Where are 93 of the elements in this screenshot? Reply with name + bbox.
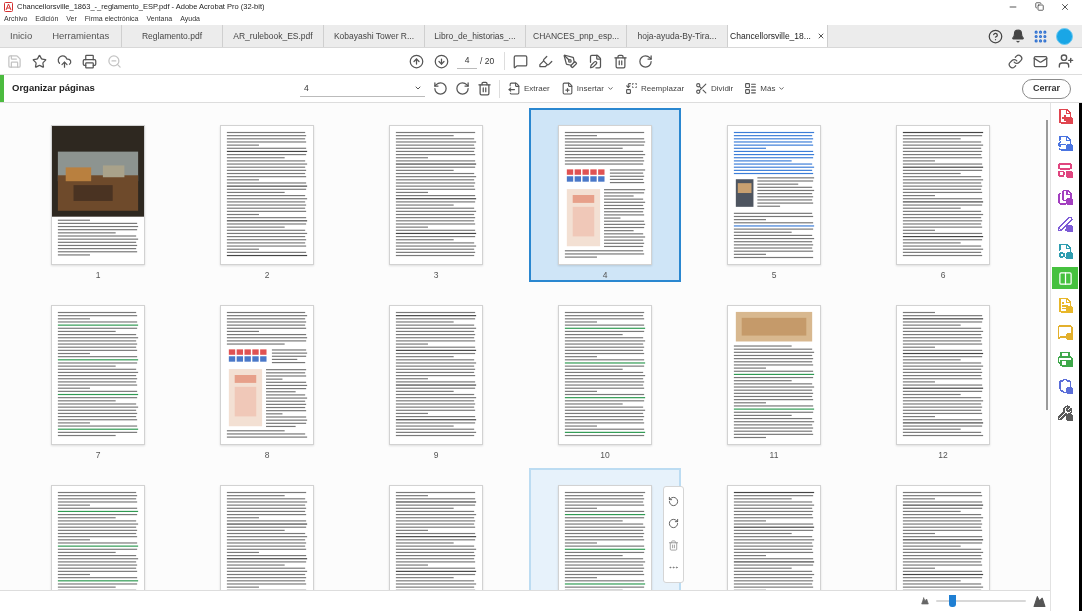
page-thumbnail[interactable]: [389, 485, 483, 590]
page-number: 7: [95, 451, 101, 460]
apps-grid-icon[interactable]: [1033, 28, 1048, 44]
cloud-upload-icon[interactable]: [57, 53, 72, 69]
printer-icon[interactable]: [1057, 351, 1073, 367]
nav-tab[interactable]: Herramientas: [42, 25, 120, 47]
close-icon[interactable]: [1060, 1, 1070, 12]
page-number: 5: [771, 271, 777, 280]
replace-icon: [624, 82, 638, 95]
comment-icon[interactable]: [513, 53, 529, 69]
rotate-left-icon[interactable]: [433, 81, 448, 96]
panel-title: Organizar páginas: [12, 81, 95, 96]
page-thumbnail[interactable]: [389, 305, 483, 445]
trash-icon[interactable]: [613, 53, 629, 69]
page-thumbnail[interactable]: [558, 305, 652, 445]
split-button[interactable]: Dividir: [695, 82, 734, 95]
print-icon[interactable]: [82, 53, 97, 69]
page-number: 6: [940, 271, 946, 280]
previous-page-icon[interactable]: [409, 53, 424, 69]
document-tab[interactable]: AR_rulebook_ES.pdf: [222, 25, 323, 47]
replace-button[interactable]: Reemplazar: [624, 82, 685, 95]
page-count: / 20: [480, 54, 495, 68]
page-number: 1: [95, 271, 101, 280]
page-number: 3: [433, 271, 439, 280]
extract-button[interactable]: Extraer: [508, 82, 550, 95]
nav-tab[interactable]: Inicio: [0, 25, 43, 47]
page-thumbnail[interactable]: [220, 485, 314, 590]
list-icon: [744, 82, 758, 95]
page-thumbnail[interactable]: [558, 485, 652, 590]
mail-icon[interactable]: [1033, 53, 1048, 69]
page-number: 11: [769, 451, 779, 460]
page-thumbnail[interactable]: [727, 485, 821, 590]
next-page-icon[interactable]: [434, 53, 449, 69]
file-plus-icon[interactable]: [1057, 108, 1073, 124]
bell-icon[interactable]: [1011, 29, 1025, 43]
page-number: 4: [602, 271, 608, 280]
page-thumbnail[interactable]: [220, 305, 314, 445]
highlighter-icon[interactable]: [538, 53, 554, 69]
page-thumbnail[interactable]: [727, 305, 821, 445]
rotate-right-icon[interactable]: [668, 518, 679, 530]
pen-icon[interactable]: [563, 53, 579, 69]
document-tab[interactable]: Chancellorsville_18...: [727, 25, 828, 47]
page-thumbnail[interactable]: [389, 125, 483, 265]
wrench-icon[interactable]: [1057, 405, 1073, 421]
page-thumbnail[interactable]: [896, 125, 990, 265]
file-edit-icon[interactable]: [588, 53, 604, 69]
slider-thumb[interactable]: [949, 595, 957, 607]
rotate-icon[interactable]: [638, 53, 654, 69]
large-mountain-icon[interactable]: [1033, 594, 1046, 608]
rotate-right-icon[interactable]: [455, 81, 470, 96]
more-button[interactable]: Más: [744, 82, 786, 95]
close-tab-icon[interactable]: [816, 32, 825, 40]
zoom-slider[interactable]: [936, 595, 1026, 607]
page-thumbnail[interactable]: [896, 305, 990, 445]
page-thumbnail[interactable]: [896, 485, 990, 590]
user-plus-icon[interactable]: [1058, 53, 1074, 69]
rotate-left-icon[interactable]: [668, 496, 679, 508]
avatar-icon[interactable]: [1056, 27, 1073, 45]
star-icon[interactable]: [32, 53, 47, 69]
page-thumbnail[interactable]: [51, 125, 145, 265]
document-tab[interactable]: Reglamento.pdf: [121, 25, 222, 47]
file-gear-icon[interactable]: [1057, 243, 1073, 259]
help-icon[interactable]: [988, 28, 1003, 44]
caret-icon: [414, 84, 422, 92]
page-thumbnail[interactable]: [727, 125, 821, 265]
scrollbar-thumb[interactable]: [1046, 120, 1048, 410]
insert-button[interactable]: Insertar: [560, 82, 614, 95]
document-tab[interactable]: Kobayashi Tower R...: [323, 25, 424, 47]
page-select[interactable]: 4: [300, 80, 425, 97]
page-thumbnail[interactable]: [51, 485, 145, 590]
page-thumbnail[interactable]: [558, 125, 652, 265]
page-number: 10: [600, 451, 610, 460]
page-thumbnail[interactable]: [51, 305, 145, 445]
pen-icon[interactable]: [1057, 216, 1073, 232]
page-number-field[interactable]: 4: [457, 53, 477, 69]
page-thumbnail[interactable]: [220, 125, 314, 265]
page-number: 9: [433, 451, 439, 460]
page-number: 8: [264, 451, 270, 460]
page-number: 12: [938, 451, 948, 460]
scissors-icon: [695, 82, 709, 95]
small-mountain-icon[interactable]: [921, 597, 929, 605]
document-tab[interactable]: Libro_de_historias_...: [424, 25, 525, 47]
shield-icon[interactable]: [1057, 378, 1073, 394]
files-icon[interactable]: [1057, 189, 1073, 205]
document-tab[interactable]: CHANCES_pnp_esp...: [525, 25, 626, 47]
link-icon[interactable]: [1008, 53, 1023, 69]
layout-icon[interactable]: [1057, 162, 1073, 178]
trash-icon[interactable]: [477, 81, 492, 96]
file-export-icon[interactable]: [1057, 135, 1073, 151]
file-plus-icon: [560, 82, 574, 95]
page-number: 2: [264, 271, 270, 280]
file-export-icon: [508, 82, 521, 95]
restore-icon[interactable]: [1034, 2, 1044, 11]
